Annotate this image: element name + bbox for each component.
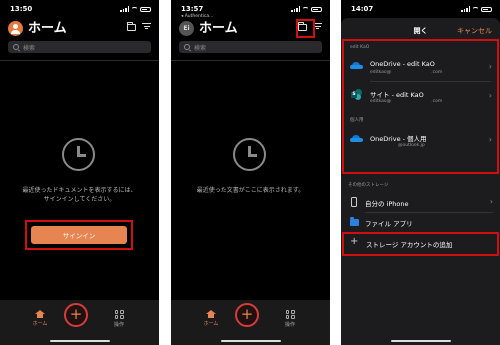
- cancel-button[interactable]: キャンセル: [457, 26, 492, 36]
- phone-screen-3: 14:07 開く キャンセル edit KaO OneDrive - edit …: [341, 0, 500, 345]
- home-icon: [206, 310, 216, 318]
- highlight-box: サインイン: [25, 220, 133, 250]
- section-label-org: edit KaO: [350, 45, 370, 50]
- highlight-box: [296, 19, 315, 38]
- create-button[interactable]: +: [235, 303, 259, 327]
- status-time: 13:57: [181, 5, 204, 13]
- storage-row-iphone[interactable]: 自分の iPhone ›: [348, 194, 493, 212]
- empty-state-message: 最近使ったドキュメントを表示するには、 サインインしてください。: [22, 187, 137, 203]
- divider: [370, 81, 491, 82]
- account-row-onedrive-org[interactable]: OneDrive - edit KaO editkao@ .com ›: [348, 54, 493, 80]
- avatar[interactable]: Ei: [179, 21, 194, 36]
- phone-screen-1: 13:50 ホーム 検索 最近使ったドキュメントを表示するには、 サインインして…: [0, 0, 159, 345]
- home-indicator: [391, 340, 451, 342]
- status-time: 14:07: [351, 5, 374, 13]
- divider: [0, 60, 159, 61]
- highlight-box: edit KaO OneDrive - edit KaO editkao@ .co…: [342, 39, 499, 174]
- signal-icon: [120, 6, 129, 12]
- folder-icon[interactable]: [127, 21, 136, 31]
- page-title: ホーム: [199, 21, 238, 36]
- tab-home[interactable]: ホーム: [25, 310, 55, 327]
- onedrive-icon: [350, 135, 363, 142]
- add-storage-account-button[interactable]: + ストレージ アカウントの追加: [342, 232, 499, 256]
- sharepoint-icon: S: [351, 89, 362, 100]
- wifi-icon: [302, 6, 309, 12]
- divider: [365, 212, 493, 213]
- signin-button[interactable]: サインイン: [31, 226, 127, 244]
- account-row-sharepoint[interactable]: S サイト - edit KaO editkao@ .com ›: [348, 83, 493, 109]
- search-input[interactable]: 検索: [179, 41, 322, 53]
- wifi-icon: [472, 6, 479, 12]
- filter-icon[interactable]: [142, 23, 151, 31]
- status-bar: 13:57 ◂ Authentica...: [181, 5, 322, 19]
- home-indicator: [221, 340, 281, 342]
- signal-icon: [291, 6, 300, 12]
- divider: [171, 60, 330, 61]
- folder-icon: [350, 217, 359, 226]
- create-button[interactable]: +: [64, 303, 88, 327]
- tab-home[interactable]: ホーム: [196, 310, 226, 327]
- status-icons: [291, 6, 322, 12]
- section-label-personal: 個人用: [350, 118, 364, 123]
- status-bar: 14:07: [351, 5, 492, 15]
- phone-icon: [351, 197, 357, 207]
- battery-icon: [140, 6, 151, 12]
- search-placeholder: 検索: [194, 45, 207, 52]
- phone-screen-2: 13:57 ◂ Authentica... Ei ホーム 検索 最近使った文書が…: [171, 0, 330, 345]
- plus-icon: +: [350, 236, 359, 247]
- chevron-right-icon: ›: [489, 197, 493, 206]
- clock-icon: [62, 138, 95, 171]
- onedrive-icon: [350, 62, 363, 69]
- tab-bar: ホーム + 操作: [0, 300, 159, 345]
- chevron-right-icon: ›: [488, 91, 492, 100]
- home-indicator: [50, 340, 110, 342]
- tab-actions[interactable]: 操作: [275, 310, 305, 328]
- page-title: ホーム: [28, 21, 67, 36]
- account-row-onedrive-personal[interactable]: OneDrive - 個人用 @outlook.jp ›: [348, 127, 493, 153]
- back-to-app[interactable]: ◂ Authentica...: [181, 14, 213, 19]
- clock-icon: [233, 138, 266, 171]
- chevron-right-icon: ›: [488, 62, 492, 71]
- status-icons: [461, 6, 492, 12]
- wifi-icon: [131, 6, 138, 12]
- battery-icon: [481, 6, 492, 12]
- grid-icon: [285, 310, 295, 319]
- section-label-other-storage: その他のストレージ: [348, 183, 389, 188]
- header: ホーム: [8, 20, 151, 38]
- tab-actions[interactable]: 操作: [104, 310, 134, 328]
- avatar[interactable]: [8, 21, 23, 36]
- empty-state-message: 最近使った文書がここに表示されます。: [196, 187, 305, 194]
- chevron-right-icon: ›: [488, 135, 492, 144]
- status-bar: 13:50: [10, 5, 151, 15]
- storage-row-files-app[interactable]: ファイル アプリ: [348, 214, 493, 232]
- status-time: 13:50: [10, 5, 33, 13]
- search-placeholder: 検索: [23, 45, 36, 52]
- sheet-header: 開く キャンセル: [341, 26, 500, 38]
- status-icons: [120, 6, 151, 12]
- grid-icon: [114, 310, 124, 319]
- search-icon: [13, 44, 19, 50]
- signal-icon: [461, 6, 470, 12]
- search-icon: [184, 44, 190, 50]
- tab-bar: ホーム + 操作: [171, 300, 330, 345]
- search-input[interactable]: 検索: [8, 41, 151, 53]
- home-icon: [35, 310, 45, 318]
- battery-icon: [311, 6, 322, 12]
